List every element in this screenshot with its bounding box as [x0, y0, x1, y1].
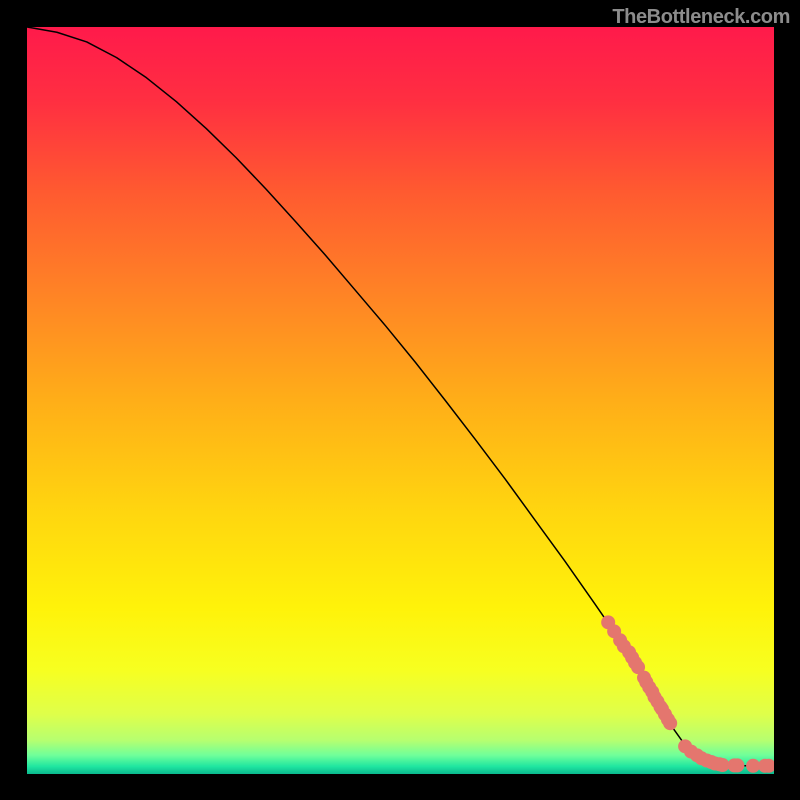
chart-canvas — [27, 27, 774, 774]
data-point — [730, 758, 744, 772]
data-point — [746, 759, 760, 773]
data-point — [715, 758, 729, 772]
attribution-text: TheBottleneck.com — [612, 6, 790, 29]
plot-area — [27, 27, 774, 774]
gradient-background — [27, 27, 774, 774]
chart-frame: TheBottleneck.com — [0, 0, 800, 800]
data-point — [663, 716, 677, 730]
